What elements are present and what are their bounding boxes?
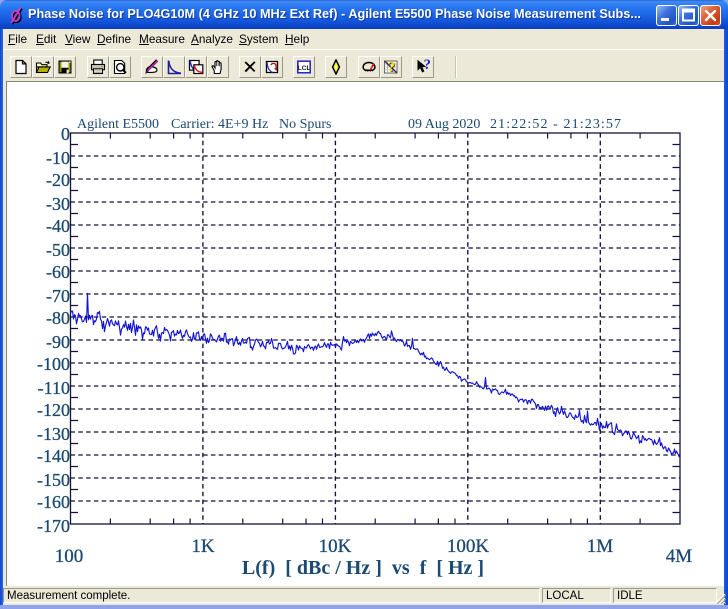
- svg-text:100: 100: [55, 546, 84, 567]
- svg-text:-120: -120: [37, 400, 70, 420]
- svg-text:Agilent E5500: Agilent E5500: [77, 117, 159, 132]
- svg-text:Carrier: 4E+9 Hz: Carrier: 4E+9 Hz: [171, 117, 268, 132]
- svg-text:-140: -140: [37, 446, 70, 466]
- svg-text:4M: 4M: [666, 546, 693, 567]
- svg-text:-30: -30: [46, 194, 70, 214]
- svg-text:-40: -40: [46, 216, 70, 236]
- svg-text:0: 0: [61, 124, 70, 144]
- svg-text:-160: -160: [37, 492, 70, 512]
- svg-text:1M: 1M: [587, 536, 614, 557]
- svg-text:10K: 10K: [319, 536, 352, 557]
- svg-text:-50: -50: [46, 240, 70, 260]
- svg-text:1K: 1K: [191, 536, 215, 557]
- svg-text:No Spurs: No Spurs: [279, 117, 332, 132]
- svg-text:-80: -80: [46, 308, 70, 328]
- svg-text:-10: -10: [46, 148, 70, 168]
- svg-text:-170: -170: [37, 516, 70, 536]
- svg-text:21:22:52 - 21:23:57: 21:22:52 - 21:23:57: [490, 117, 622, 132]
- svg-text:-130: -130: [37, 424, 70, 444]
- svg-text:-100: -100: [37, 354, 70, 374]
- svg-text:L(f) [ dBc / Hz ] vs f [ H: L(f) [ dBc / Hz ] vs f [ Hz ]: [242, 557, 484, 579]
- svg-text:-20: -20: [46, 170, 70, 190]
- svg-text:-110: -110: [38, 378, 70, 398]
- svg-text:100K: 100K: [447, 536, 490, 557]
- svg-text:09 Aug 2020: 09 Aug 2020: [408, 117, 480, 132]
- svg-text:-90: -90: [46, 332, 70, 352]
- svg-text:-70: -70: [46, 286, 70, 306]
- svg-text:-150: -150: [37, 470, 70, 490]
- svg-text:-60: -60: [46, 262, 70, 282]
